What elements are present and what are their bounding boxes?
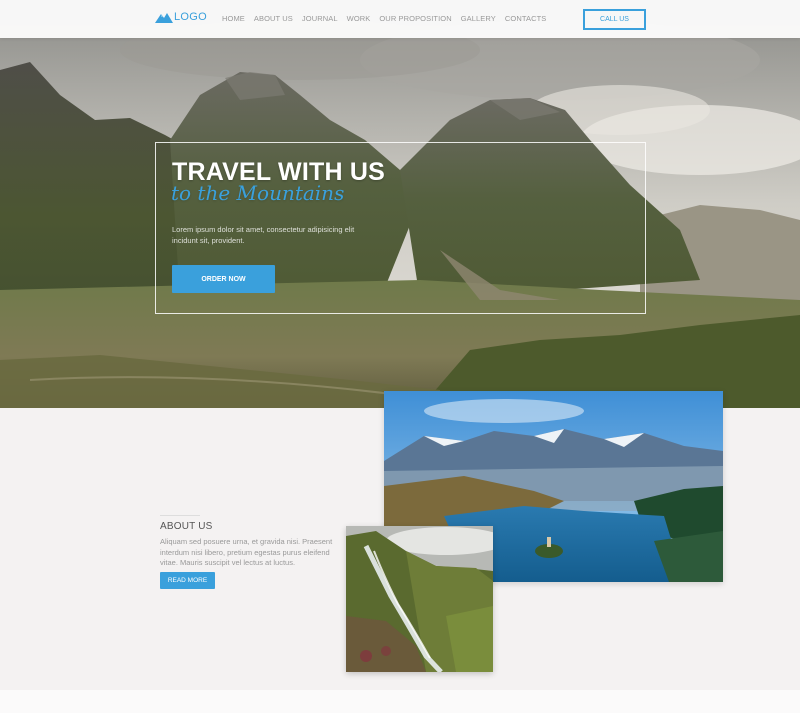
nav-contacts[interactable]: CONTACTS [505, 14, 547, 23]
nav-work[interactable]: WORK [347, 14, 371, 23]
nav-home[interactable]: HOME [222, 14, 245, 23]
nav-our-proposition[interactable]: OUR PROPOSITION [379, 14, 451, 23]
footer-strip [0, 690, 800, 713]
hero-section: TRAVEL WITH US to the Mountains Lorem ip… [0, 0, 800, 408]
call-us-button[interactable]: CALL US [583, 9, 646, 30]
hero-subtitle: to the Mountains [171, 181, 345, 205]
logo[interactable]: LOGO [155, 11, 207, 23]
about-text: Aliquam sed posuere urna, et gravida nis… [160, 537, 333, 567]
header: LOGO HOME ABOUT US JOURNAL WORK OUR PROP… [0, 0, 800, 38]
about-title: ABOUT US [160, 521, 213, 532]
nav-journal[interactable]: JOURNAL [302, 14, 338, 23]
nav-gallery[interactable]: GALLERY [461, 14, 496, 23]
hero-description: Lorem ipsum dolor sit amet, consectetur … [172, 225, 355, 245]
nav-about-us[interactable]: ABOUT US [254, 14, 293, 23]
order-now-button[interactable]: ORDER NOW [172, 265, 275, 293]
about-divider [160, 515, 200, 516]
main-nav: HOME ABOUT US JOURNAL WORK OUR PROPOSITI… [222, 14, 546, 23]
mountain-logo-icon [155, 12, 173, 23]
page: TRAVEL WITH US to the Mountains Lorem ip… [0, 0, 800, 713]
logo-text: LOGO [174, 11, 207, 23]
waterfall-photo [346, 526, 493, 672]
read-more-button[interactable]: READ MORE [160, 572, 215, 589]
